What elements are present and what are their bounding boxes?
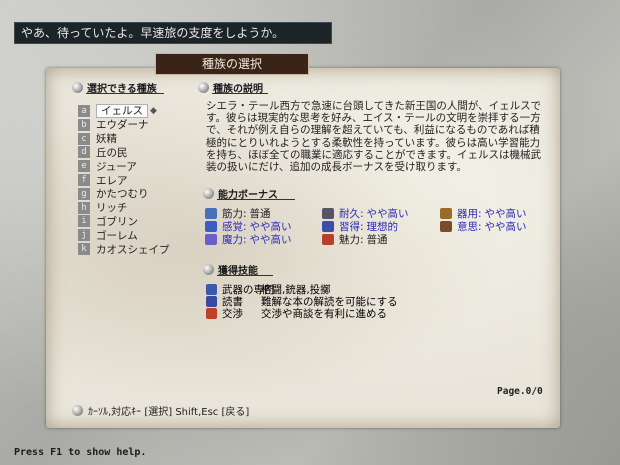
skill-row: 交渉 交渉や商談を有利に進める (206, 307, 506, 320)
race-item-f[interactable]: f エレア (78, 173, 128, 187)
race-item-key: j (78, 229, 90, 242)
controls-hint: ｶｰｿﾙ,対応ｷｰ [選択] Shift,Esc [戻る] (72, 403, 249, 418)
stat-label: 意思: (457, 221, 482, 233)
race-item-d[interactable]: d 丘の民 (78, 145, 128, 159)
dexterity-icon (440, 208, 452, 219)
stat-row: 魔力: やや高い (205, 233, 292, 246)
race-item-h[interactable]: h リッチ (78, 201, 128, 215)
race-item-g[interactable]: g かたつむり (78, 187, 149, 201)
race-item-name: エウダーナ (96, 119, 149, 132)
race-item-a[interactable]: a イェルス ◆ (78, 104, 157, 118)
will-icon (440, 221, 452, 232)
race-item-name: イェルス (96, 104, 148, 118)
race-item-c[interactable]: c 妖精 (78, 132, 117, 146)
race-description: シエラ・テール西方で急速に台頭してきた新王国の人間が、イェルスです。彼らは現実的… (206, 100, 542, 174)
race-item-name: 妖精 (96, 133, 117, 146)
description-header: 種族の説明 (198, 80, 268, 95)
charisma-icon (322, 234, 334, 245)
header-underline (217, 199, 295, 200)
race-item-key: i (78, 215, 90, 228)
race-item-key: a (78, 105, 90, 117)
race-item-key: h (78, 201, 90, 214)
race-item-name: カオスシェイプ (96, 243, 170, 256)
stat-label: 魔力: (222, 234, 247, 246)
perception-icon (205, 221, 217, 232)
race-item-j[interactable]: j ゴーレム (78, 228, 138, 242)
orb-icon (198, 82, 209, 93)
race-item-key: c (78, 132, 90, 145)
race-item-key: f (78, 174, 90, 186)
page-indicator: Page.0/0 (497, 386, 543, 397)
panel-title-text: 種族の選択 (201, 57, 262, 71)
controls-hint-text: ｶｰｿﾙ,対応ｷｰ [選択] Shift,Esc [戻る] (88, 407, 250, 418)
race-item-key: e (78, 160, 90, 173)
orb-icon (203, 188, 214, 199)
race-item-key: d (78, 146, 90, 159)
orb-icon (72, 82, 83, 93)
npc-message: やあ、待っていたよ。早速旅の支度をしようか。 (21, 26, 285, 40)
selection-cursor-icon: ◆ (150, 106, 157, 116)
race-item-name: リッチ (96, 202, 128, 215)
race-item-key: b (78, 118, 90, 131)
stat-value: やや高い (484, 221, 527, 233)
race-item-name: かたつむり (96, 188, 149, 201)
learning-icon (322, 221, 334, 232)
stat-row: 意思: やや高い (440, 220, 527, 233)
book-icon (206, 295, 217, 307)
header-underline (217, 275, 273, 276)
orb-icon (203, 264, 214, 275)
race-item-name: ジューア (96, 160, 137, 173)
stat-value: 普通 (366, 234, 388, 246)
race-item-key: k (78, 243, 90, 255)
race-item-name: ゴーレム (96, 229, 138, 242)
npc-message-bar: やあ、待っていたよ。早速旅の支度をしようか。 (14, 22, 332, 44)
race-item-name: 丘の民 (96, 146, 128, 159)
race-item-name: エレア (96, 174, 128, 187)
race-list-header: 選択できる種族 (72, 80, 164, 95)
race-item-name: ゴブリン (96, 215, 138, 228)
race-item-i[interactable]: i ゴブリン (78, 214, 138, 228)
orb-icon (72, 405, 83, 416)
magic-icon (205, 234, 217, 245)
constitution-icon (322, 208, 334, 219)
weapon-icon (206, 283, 217, 295)
header-underline (86, 93, 164, 94)
skills-header: 獲得技能 (203, 262, 273, 277)
bonus-header: 能力ボーナス (203, 186, 295, 201)
stat-value: やや高い (249, 234, 292, 246)
help-text: Press F1 to show help. (14, 447, 147, 458)
race-item-e[interactable]: e ジューア (78, 159, 137, 173)
race-item-key: g (78, 187, 90, 200)
header-underline (212, 93, 268, 94)
negotiation-icon (206, 307, 217, 319)
skill-name: 交渉 (222, 307, 243, 320)
stat-label: 魅力: (339, 234, 364, 246)
race-item-b[interactable]: b エウダーナ (78, 118, 149, 132)
strength-icon (205, 208, 217, 219)
skill-description: 交渉や商談を有利に進める (261, 307, 387, 320)
stat-row: 魅力: 普通 (322, 233, 388, 246)
race-item-k[interactable]: k カオスシェイプ (78, 242, 170, 256)
panel-title: 種族の選択 (155, 53, 309, 75)
